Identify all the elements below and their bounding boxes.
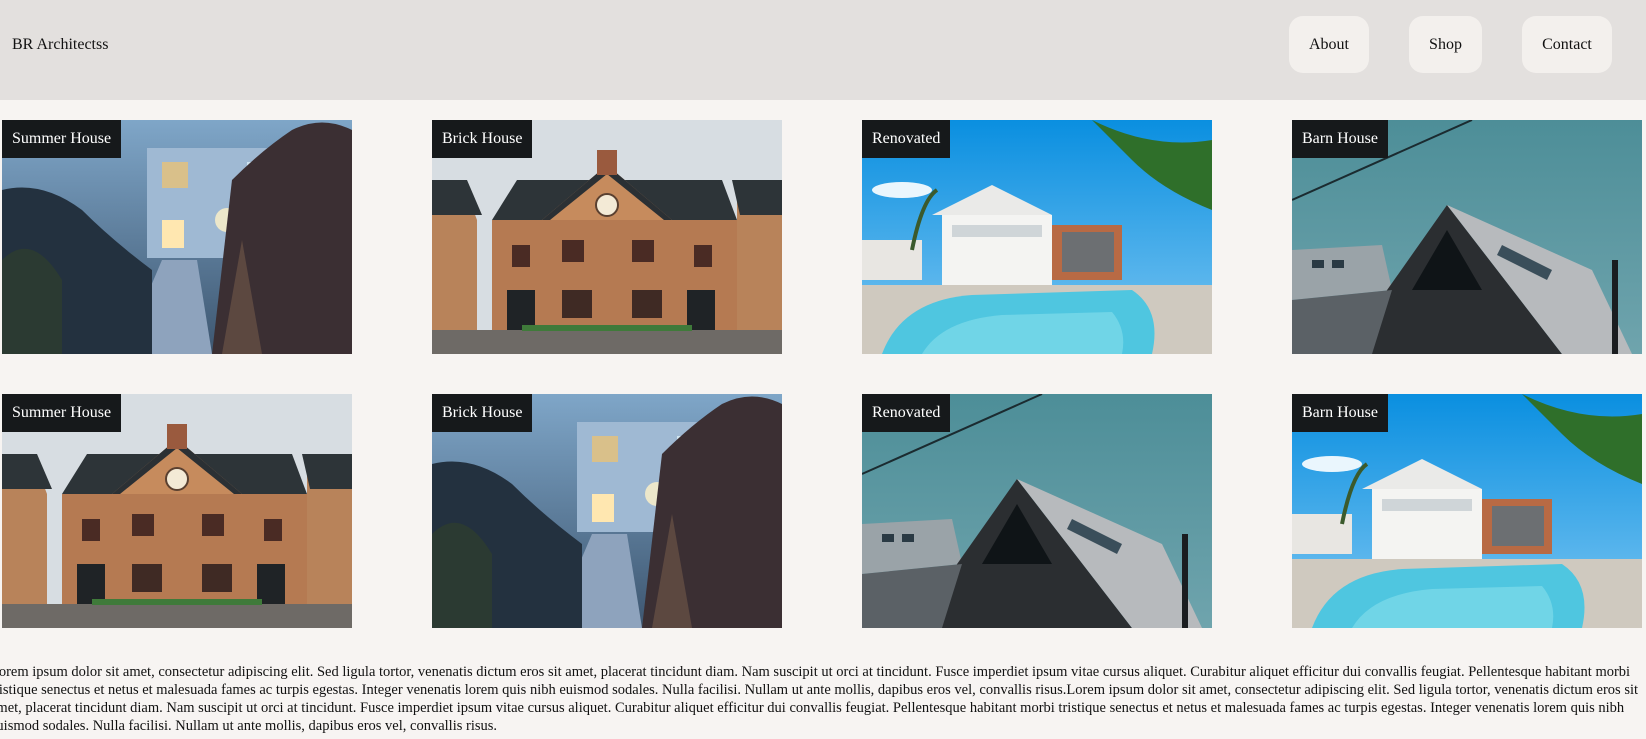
gallery-card[interactable]: Barn House (1292, 394, 1642, 628)
card-label: Brick House (432, 120, 533, 158)
nav-contact-button[interactable]: Contact (1522, 16, 1612, 73)
gallery-card[interactable]: Renovated (862, 120, 1212, 354)
gallery-card[interactable]: Barn House (1292, 120, 1642, 354)
gallery-card[interactable]: Summer House (2, 120, 352, 354)
card-label: Brick House (432, 394, 533, 432)
card-label: Renovated (862, 120, 951, 158)
body-paragraph: Lorem ipsum dolor sit amet, consectetur … (0, 664, 1639, 734)
gallery-card[interactable]: Brick House (432, 394, 782, 628)
gallery-card[interactable]: Summer House (2, 394, 352, 628)
card-label: Summer House (2, 394, 122, 432)
nav-shop-button[interactable]: Shop (1409, 16, 1482, 73)
gallery-card[interactable]: Brick House (432, 120, 782, 354)
nav-about-button[interactable]: About (1289, 16, 1369, 73)
card-label: Renovated (862, 394, 951, 432)
gallery-card[interactable]: Renovated (862, 394, 1212, 628)
card-label: Barn House (1292, 120, 1388, 158)
top-navigation-bar: BR Architectss About Shop Contact (0, 0, 1646, 100)
card-label: Barn House (1292, 394, 1388, 432)
brand-name[interactable]: BR Architectss (12, 34, 108, 56)
card-label: Summer House (2, 120, 122, 158)
